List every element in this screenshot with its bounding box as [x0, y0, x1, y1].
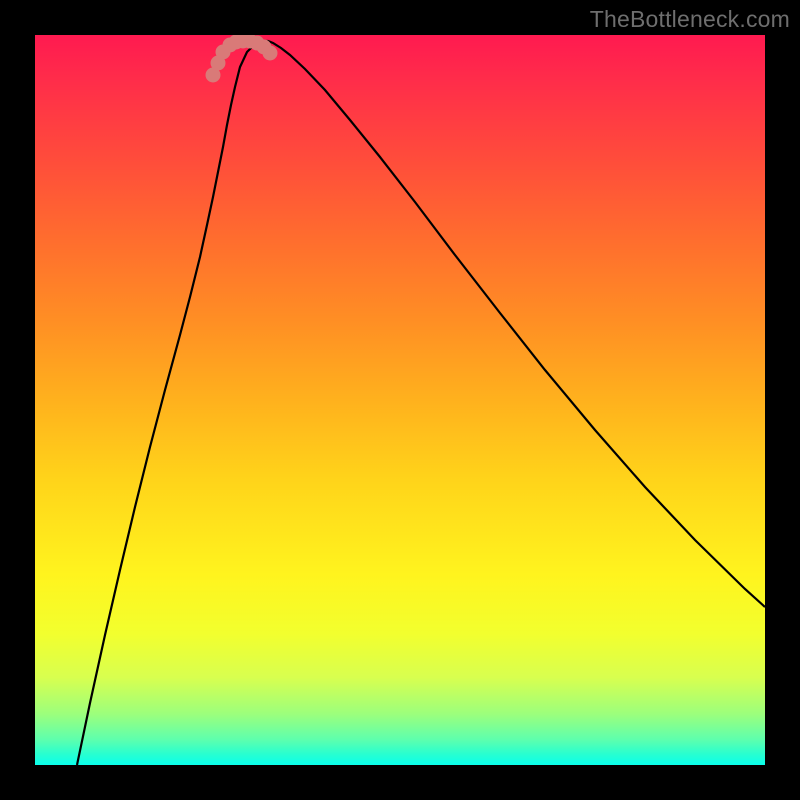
marker-group — [206, 35, 278, 83]
chart-svg — [35, 35, 765, 765]
plot-area — [35, 35, 765, 765]
chart-frame: TheBottleneck.com — [0, 0, 800, 800]
marker-dot — [263, 46, 278, 61]
bottleneck-curve — [77, 41, 765, 765]
watermark-text: TheBottleneck.com — [590, 6, 790, 33]
